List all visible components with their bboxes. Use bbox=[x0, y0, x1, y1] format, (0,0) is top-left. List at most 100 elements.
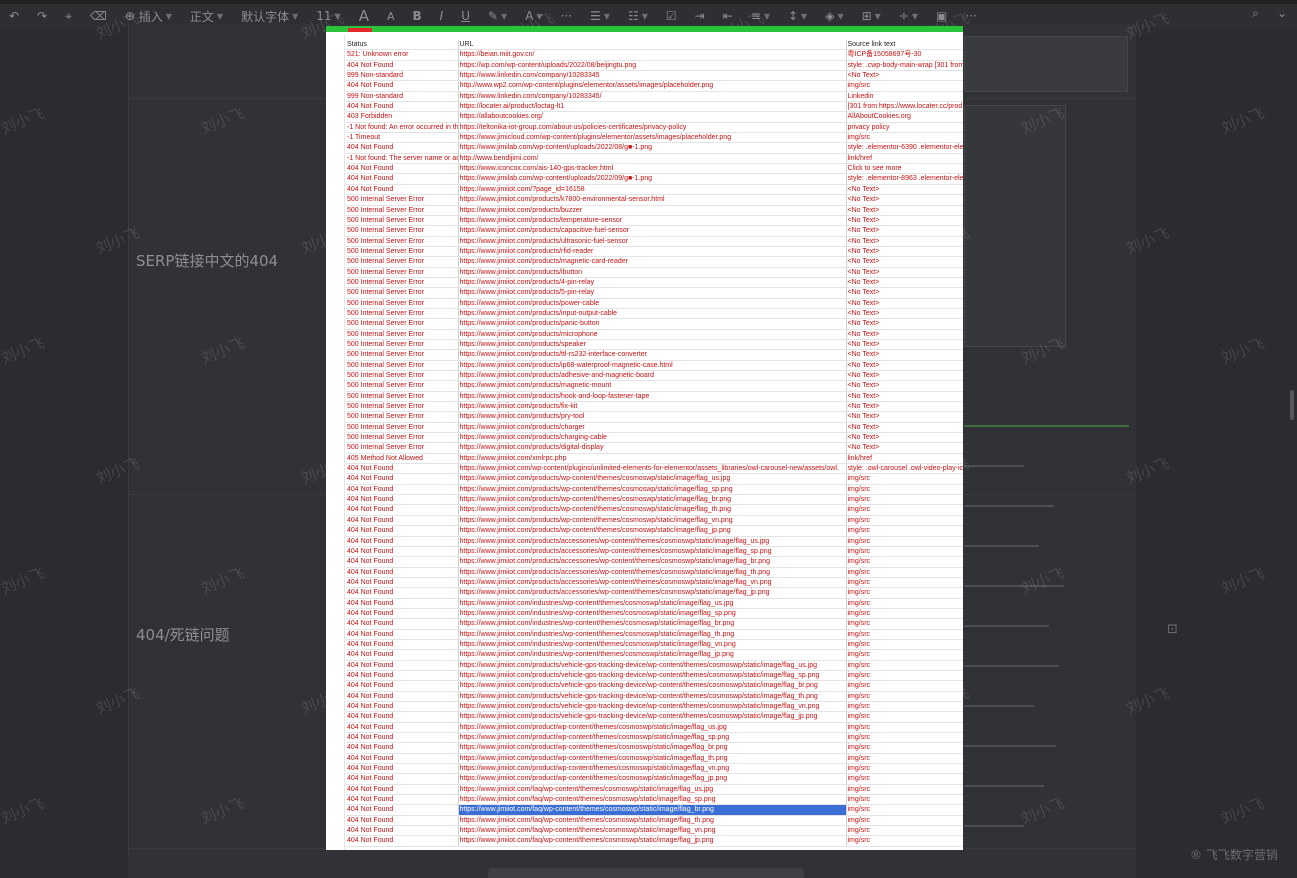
chevron-down-icon: ▼ bbox=[334, 11, 341, 21]
indent-icon[interactable]: ⇥ bbox=[686, 6, 714, 26]
url-cell: https://www.jimiiot.com/products/wp-cont… bbox=[458, 525, 847, 537]
url-cell: https://www.jimiiot.com/products/accesso… bbox=[458, 567, 847, 578]
checkbox-icon[interactable]: ☑ bbox=[657, 6, 686, 26]
status-cell: 404 Not Found bbox=[346, 629, 459, 640]
table-row: 404 Not Found https://www.jimiiot.com/pro… bbox=[346, 660, 963, 671]
chevron-down-icon[interactable]: ⌄ bbox=[1277, 6, 1287, 21]
status-cell: 404 Not Found bbox=[346, 577, 459, 589]
table-divider bbox=[128, 24, 129, 854]
highlight-icon[interactable]: ✎ ▼ bbox=[479, 6, 516, 26]
table-row: 500 Internal Server Error https://www.jim… bbox=[346, 339, 963, 351]
source-text-cell: [301 from https://www.locater.cc/prod bbox=[846, 101, 963, 113]
table-row: 404 Not Found https://www.jimiiot.com/ind… bbox=[346, 598, 963, 609]
url-cell: https://www.jimiiot.com/products/rfid-re… bbox=[458, 246, 847, 258]
progress-bar-segment bbox=[348, 28, 372, 32]
search-icon[interactable]: ⌕ bbox=[1252, 6, 1259, 21]
image-preview[interactable]: Status URL Source link text 521: Unknown… bbox=[326, 26, 963, 850]
source-text-cell: link/href bbox=[846, 453, 963, 465]
cell-fill-icon[interactable]: ◈ ▼ bbox=[816, 6, 852, 26]
add-comment-icon[interactable]: ⊡ bbox=[1167, 622, 1178, 637]
url-cell: https://www.jimiiot.com/products/ultraso… bbox=[458, 236, 847, 247]
numbered-list-icon[interactable]: ☷ ▼ bbox=[619, 6, 657, 26]
table-row: 500 Internal Server Error https://www.jim… bbox=[346, 256, 963, 268]
table-row: 404 Not Found https://www.jimiiot.com/pro… bbox=[346, 763, 963, 775]
table-row: 500 Internal Server Error https://www.jim… bbox=[346, 370, 963, 382]
column-header-source-text: Source link text bbox=[846, 40, 963, 51]
source-text-cell: <No Text> bbox=[846, 360, 963, 372]
url-cell: https://www.jimiiot.com/products/ip68-wa… bbox=[458, 360, 847, 372]
insert-button[interactable]: ⊕ 插入 ▼ bbox=[116, 6, 181, 26]
status-cell: 404 Not Found bbox=[346, 598, 459, 609]
url-cell: https://www.jimiiot.com/faq/wp-content/t… bbox=[458, 794, 847, 806]
status-cell: -1 Timeout bbox=[346, 132, 459, 144]
table-icon[interactable]: ⊞ ▼ bbox=[853, 6, 890, 26]
table-row: 500 Internal Server Error https://www.jim… bbox=[346, 329, 963, 340]
clear-format-icon[interactable]: ⌫ bbox=[81, 6, 116, 26]
url-cell: https://www.jimiiot.com/products/magneti… bbox=[458, 256, 847, 268]
embedded-image-thumbnail[interactable] bbox=[964, 105, 1066, 347]
status-cell: 404 Not Found bbox=[346, 680, 459, 692]
more-icon[interactable]: ··· bbox=[956, 6, 985, 26]
source-text-cell: img/src bbox=[846, 525, 963, 537]
underline-button[interactable]: U bbox=[452, 6, 479, 26]
outdent-icon[interactable]: ⇤ bbox=[714, 6, 742, 26]
italic-button[interactable]: I bbox=[431, 6, 453, 26]
status-cell: 500 Internal Server Error bbox=[346, 308, 459, 320]
table-row: 404 Not Found https://www.jimiiot.com/pro… bbox=[346, 680, 963, 692]
table-row: 999 Non-standard https://www.linkedin.com… bbox=[346, 91, 963, 103]
font-size-select[interactable]: 11 ▼ bbox=[307, 6, 349, 26]
align-icon[interactable]: ≡ ▼ bbox=[742, 6, 779, 26]
source-text-cell: img/src bbox=[846, 753, 963, 765]
url-cell: https://www.jimiiot.com/faq/wp-content/t… bbox=[458, 804, 847, 816]
status-cell: 404 Not Found bbox=[346, 473, 459, 485]
bullet-list-icon[interactable]: ☰ ▼ bbox=[581, 6, 619, 26]
format-painter-icon[interactable]: ⌖ bbox=[56, 6, 81, 26]
url-cell: https://www.jimiiot.com/products/input-o… bbox=[458, 308, 847, 320]
table-row: 404 Not Found https://www.jimiiot.com/pro… bbox=[346, 773, 963, 785]
toolbar-right: ⌕ ⌄ bbox=[1252, 6, 1287, 21]
font-family-select[interactable]: 默认字体 ▼ bbox=[232, 6, 307, 26]
watermark-text: 刘小飞 bbox=[0, 794, 47, 828]
table-row: 405 Method Not Allowed https://www.jimiio… bbox=[346, 453, 963, 465]
status-cell: 404 Not Found bbox=[346, 794, 459, 806]
table-row: 500 Internal Server Error https://www.jim… bbox=[346, 318, 963, 330]
vertical-scrollbar[interactable] bbox=[1290, 390, 1294, 420]
url-cell: http://www.bendijimi.com/ bbox=[458, 153, 847, 165]
status-cell: 404 Not Found bbox=[346, 60, 459, 72]
status-cell: 405 Method Not Allowed bbox=[346, 453, 459, 465]
url-cell: http://www.wp2.com/wp-content/plugins/el… bbox=[458, 80, 847, 92]
table-row: 500 Internal Server Error https://www.jim… bbox=[346, 194, 963, 206]
paragraph-style-select[interactable]: 正文 ▼ bbox=[181, 6, 232, 26]
table-row: 500 Internal Server Error https://www.jim… bbox=[346, 267, 963, 278]
url-cell: https://www.jimiiot.com/products/wp-cont… bbox=[458, 504, 847, 516]
status-cell: 500 Internal Server Error bbox=[346, 267, 459, 278]
bold-button[interactable]: B bbox=[403, 6, 430, 26]
source-text-cell: 粤ICP备15058697号-30 bbox=[846, 49, 963, 61]
chevron-down-icon: ▼ bbox=[763, 11, 770, 21]
undo-icon[interactable]: ↶ bbox=[0, 6, 28, 26]
source-text-cell: <No Text> bbox=[846, 184, 963, 196]
divider-icon[interactable]: ÷ ▼ bbox=[890, 6, 927, 26]
font-color-icon[interactable]: A ▼ bbox=[516, 6, 551, 26]
status-cell: 404 Not Found bbox=[346, 173, 459, 185]
redo-icon[interactable]: ↷ bbox=[28, 6, 56, 26]
watermark-text: 刘小飞 bbox=[1218, 564, 1267, 598]
row-label-dead-links: 404/死链问题 bbox=[136, 626, 230, 644]
source-text-cell: Linkedin bbox=[846, 91, 963, 103]
status-cell: 500 Internal Server Error bbox=[346, 318, 459, 330]
status-cell: 404 Not Found bbox=[346, 722, 459, 734]
url-cell: https://beian.miit.gov.cn/ bbox=[458, 49, 847, 61]
grow-font-button[interactable]: A bbox=[350, 6, 378, 26]
more-button[interactable]: ··· bbox=[552, 6, 581, 26]
source-text-cell: img/src bbox=[846, 629, 963, 640]
source-text-cell: img/src bbox=[846, 742, 963, 754]
table-row: 404 Not Found https://www.jimiiot.com/pro… bbox=[346, 732, 963, 744]
url-cell: https://www.jimiiot.com/faq/wp-content/t… bbox=[458, 825, 847, 837]
image-viewer-toolbar[interactable] bbox=[488, 868, 804, 878]
embedded-image-thumbnail[interactable] bbox=[964, 36, 1128, 92]
line-spacing-icon[interactable]: ↕ ▼ bbox=[779, 6, 816, 26]
embedded-image-thumbnail[interactable] bbox=[964, 425, 1129, 835]
image-icon[interactable]: ▣ bbox=[927, 6, 956, 26]
shrink-font-button[interactable]: A bbox=[378, 6, 404, 26]
url-cell: https://www.jimiiot.com/products/wp-cont… bbox=[458, 484, 847, 496]
